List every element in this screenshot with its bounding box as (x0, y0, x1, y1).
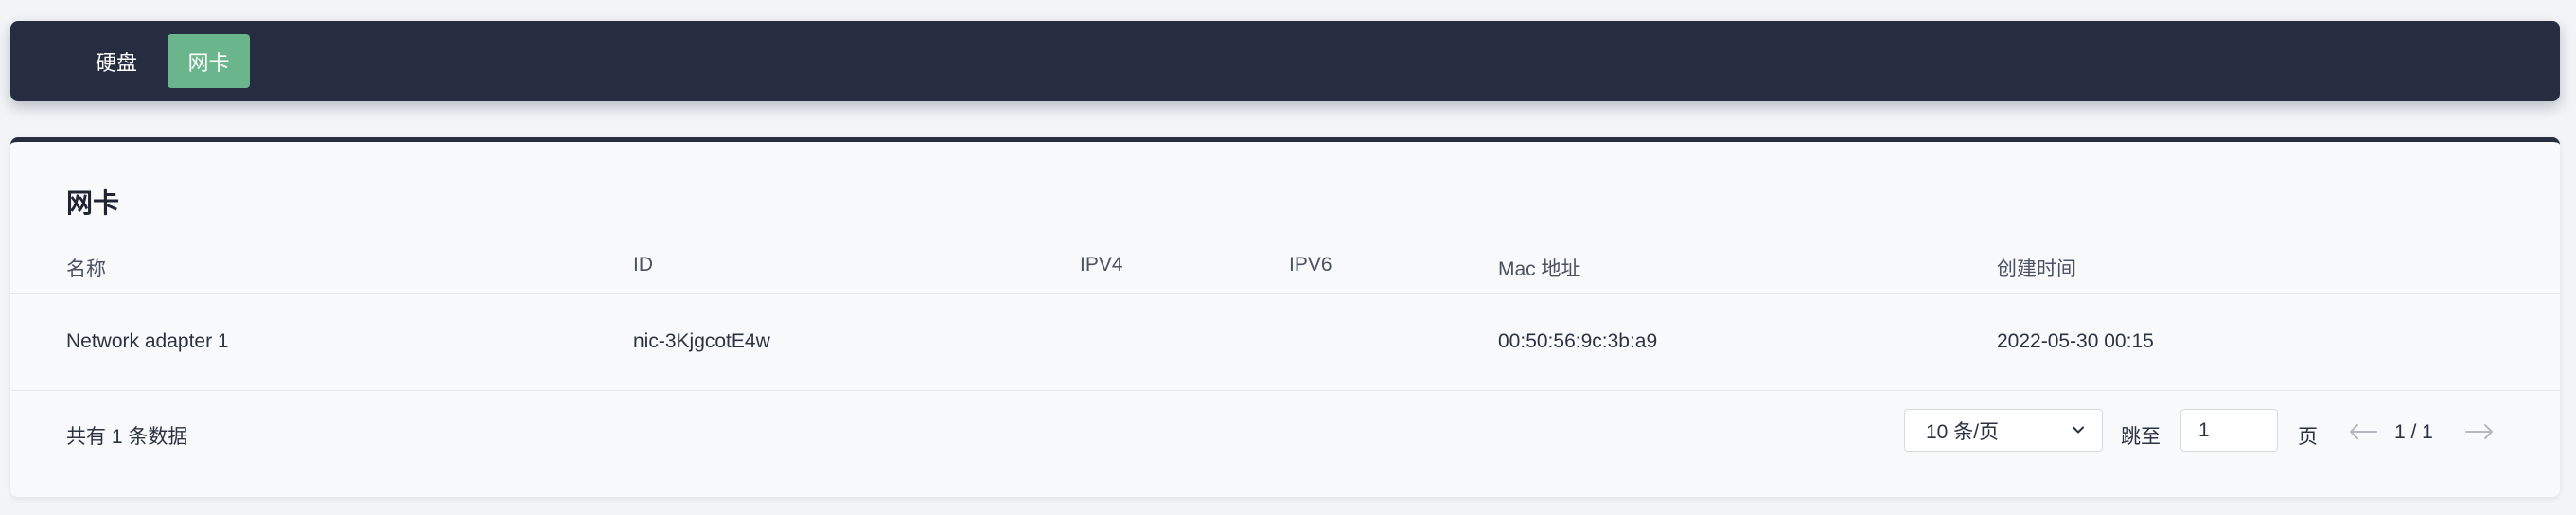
column-header-created: 创建时间 (1997, 258, 2076, 280)
cell-mac: 00:50:56:9c:3b:a9 (1498, 330, 1658, 352)
top-tab-bar: 硬盘 网卡 (10, 21, 2560, 101)
tab-disk[interactable]: 硬盘 (62, 34, 171, 88)
nic-panel: 网卡 名称 ID IPV4 IPV6 Mac 地址 创建时间 Network a… (10, 137, 2560, 497)
tab-nic[interactable]: 网卡 (168, 34, 250, 88)
column-header-mac: Mac 地址 (1498, 258, 1581, 280)
cell-id: nic-3KjgcotE4w (633, 330, 770, 352)
total-count: 共有 1 条数据 (66, 426, 188, 448)
column-header-ipv6: IPV6 (1289, 254, 1332, 275)
column-header-name: 名称 (66, 258, 106, 280)
arrow-left-icon[interactable] (2346, 420, 2380, 443)
page-size-select[interactable]: 10 条/页 (1904, 409, 2103, 452)
panel-title: 网卡 (66, 188, 120, 218)
page-size-value: 10 条/页 (1926, 420, 2000, 443)
header-divider (10, 293, 2560, 294)
chevron-down-icon (2073, 426, 2084, 434)
column-header-id: ID (633, 254, 653, 275)
column-header-ipv4: IPV4 (1080, 254, 1123, 275)
jump-page-input[interactable] (2180, 409, 2278, 452)
cell-name: Network adapter 1 (66, 330, 229, 352)
page-indicator: 1 / 1 (2394, 421, 2433, 443)
arrow-right-icon[interactable] (2462, 420, 2497, 443)
jump-label: 跳至 (2121, 426, 2161, 448)
page-unit-label: 页 (2298, 426, 2318, 448)
cell-created: 2022-05-30 00:15 (1997, 330, 2154, 352)
row-divider (10, 390, 2560, 391)
